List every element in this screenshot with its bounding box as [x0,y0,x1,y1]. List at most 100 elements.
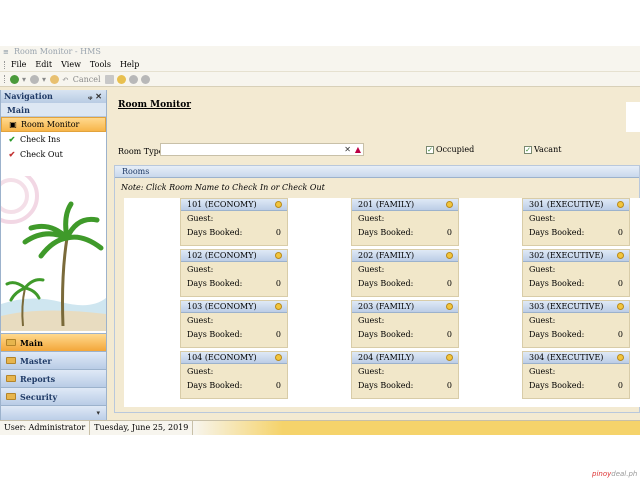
guest-label: Guest: [358,367,385,376]
clear-icon[interactable]: ✕ [344,144,351,156]
refresh-icon[interactable] [50,74,60,84]
status-dot-icon [446,252,453,259]
room-name: 203 (FAMILY) [358,302,415,311]
title-bar: ≡ Room Monitor - HMS [0,46,640,58]
days-label: Days Booked: [529,279,585,288]
room-days-row: Days Booked: 0 [352,278,458,290]
room-name-link[interactable]: 301 (EXECUTIVE) [523,199,629,211]
toolbar: ▾ ▾ ↶ Cancel [0,72,640,87]
room-grid: 101 (ECONOMY) Guest: Days Booked: 0 201 (FA… [124,198,640,407]
room-card: 204 (FAMILY) Guest: Days Booked: 0 [351,351,459,399]
days-value: 0 [275,330,281,339]
rooms-note: Note: Click Room Name to Check In or Che… [121,183,325,192]
days-label: Days Booked: [529,228,585,237]
new-dropdown-icon[interactable]: ▾ [22,75,26,84]
nav-group-label: Main [20,337,43,348]
app-icon: ≡ [3,48,9,56]
navigation-groups: Main Master Reports Security ▾ [1,333,106,421]
room-name-link[interactable]: 304 (EXECUTIVE) [523,352,629,364]
checkbox-check-icon: ✓ [524,145,532,154]
cancel-button[interactable]: Cancel [73,75,101,84]
room-guest-row: Guest: [181,213,287,225]
room-guest-row: Guest: [523,315,629,327]
room-card: 202 (FAMILY) Guest: Days Booked: 0 [351,249,459,297]
nav-item-check-ins[interactable]: ✔ Check Ins [1,132,106,147]
vacant-checkbox[interactable]: ✓ Vacant [524,145,561,154]
room-name-link[interactable]: 103 (ECONOMY) [181,301,287,313]
delete-icon[interactable] [104,74,114,84]
menu-help[interactable]: Help [120,60,139,69]
occupied-checkbox[interactable]: ✓ Occupied [426,145,474,154]
nav-item-check-out[interactable]: ✔ Check Out [1,147,106,162]
checkmark-green-icon: ✔ [8,134,16,144]
folder-icon [6,357,16,364]
room-card: 302 (EXECUTIVE) Guest: Days Booked: 0 [522,249,630,297]
nav-item-room-monitor[interactable]: ▣ Room Monitor [1,117,106,132]
room-name-link[interactable]: 104 (ECONOMY) [181,352,287,364]
room-name-link[interactable]: 203 (FAMILY) [352,301,458,313]
window-title: Room Monitor - HMS [14,47,101,56]
pin-icon[interactable]: ᵩ [88,91,93,101]
navigation-header: Navigation ᵩ ✕ [1,90,106,103]
menu-grip [4,60,6,69]
days-value: 0 [275,279,281,288]
folder-icon[interactable] [116,74,126,84]
room-type-label: Room Type: [118,147,167,156]
room-name-link[interactable]: 204 (FAMILY) [352,352,458,364]
status-dot-icon [446,201,453,208]
status-dot-icon [446,354,453,361]
nav-group-security[interactable]: Security [1,387,106,405]
room-days-row: Days Booked: 0 [352,380,458,392]
room-name: 103 (ECONOMY) [187,302,257,311]
close-icon[interactable]: ✕ [95,91,102,101]
undo-icon[interactable]: ↶ [62,75,69,84]
folder-icon [6,375,16,382]
menu-file[interactable]: File [11,60,26,69]
checkbox-check-icon: ✓ [426,145,434,154]
content-area: Room Monitor Room Type: ✕ ▲ ✓ Occupied ✓… [110,90,640,420]
room-card: 301 (EXECUTIVE) Guest: Days Booked: 0 [522,198,630,246]
nav-group-reports[interactable]: Reports [1,369,106,387]
chevron-down-icon[interactable]: ▾ [96,409,100,417]
room-guest-row: Guest: [523,213,629,225]
guest-label: Guest: [358,316,385,325]
help-icon[interactable] [140,74,150,84]
room-type-select[interactable]: ✕ ▲ [160,143,364,156]
nav-group-main[interactable]: Main [1,333,106,351]
print-icon[interactable] [128,74,138,84]
room-name-link[interactable]: 201 (FAMILY) [352,199,458,211]
room-name-link[interactable]: 302 (EXECUTIVE) [523,250,629,262]
corner-panel [626,102,640,132]
days-label: Days Booked: [529,330,585,339]
guest-label: Guest: [187,214,214,223]
days-label: Days Booked: [358,279,414,288]
room-days-row: Days Booked: 0 [352,227,458,239]
menu-edit[interactable]: Edit [35,60,52,69]
days-label: Days Booked: [529,381,585,390]
room-name: 303 (EXECUTIVE) [529,302,604,311]
rooms-header: Rooms [115,166,639,178]
room-name-link[interactable]: 102 (ECONOMY) [181,250,287,262]
room-name: 201 (FAMILY) [358,200,415,209]
menu-view[interactable]: View [61,60,81,69]
dropdown-icon[interactable]: ▲ [355,144,361,156]
room-days-row: Days Booked: 0 [181,380,287,392]
room-guest-row: Guest: [181,366,287,378]
new-icon[interactable] [10,74,19,84]
room-card: 102 (ECONOMY) Guest: Days Booked: 0 [180,249,288,297]
menu-tools[interactable]: Tools [90,60,111,69]
days-label: Days Booked: [358,228,414,237]
nav-item-label: Check Ins [20,135,61,144]
nav-group-master[interactable]: Master [1,351,106,369]
status-decoration [193,421,640,435]
save-icon[interactable] [30,74,40,84]
room-guest-row: Guest: [523,366,629,378]
nav-groups-footer[interactable]: ▾ [1,405,106,421]
room-name-link[interactable]: 101 (ECONOMY) [181,199,287,211]
save-dropdown-icon[interactable]: ▾ [42,75,46,84]
main-area: Navigation ᵩ ✕ Main ▣ Room Monitor ✔ Che… [0,90,640,422]
nav-group-label: Security [20,391,58,402]
room-card: 104 (ECONOMY) Guest: Days Booked: 0 [180,351,288,399]
room-name-link[interactable]: 202 (FAMILY) [352,250,458,262]
room-name-link[interactable]: 303 (EXECUTIVE) [523,301,629,313]
